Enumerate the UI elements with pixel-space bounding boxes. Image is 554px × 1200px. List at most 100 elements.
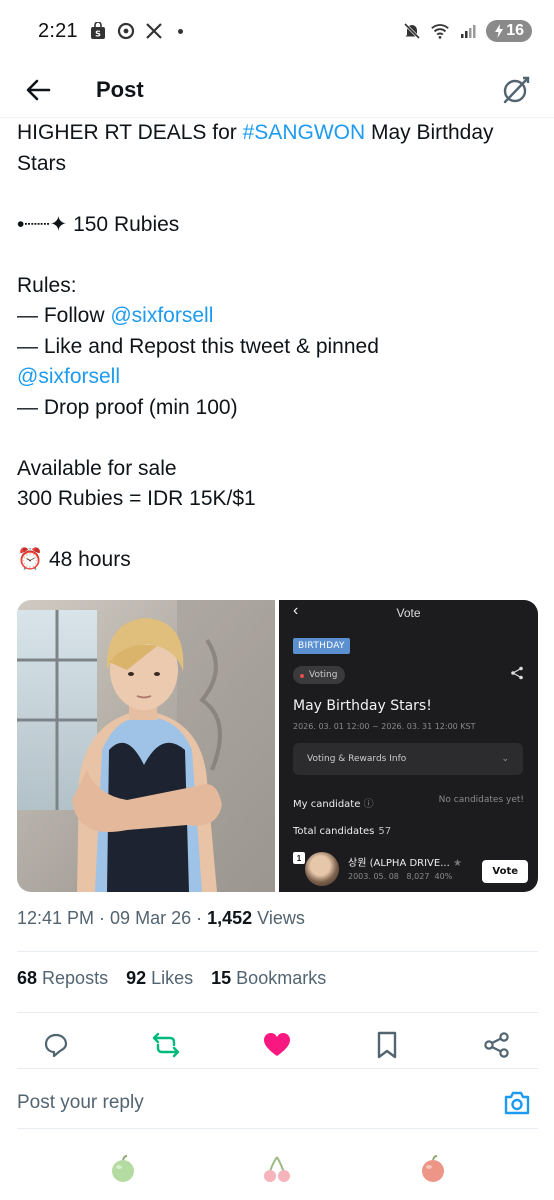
post-text: HIGHER RT DEALS for #SANGWON May Birthda… xyxy=(17,118,542,576)
app-candidate-row: 1 상원 (ALPHA DRIVE... ★ 2003. 05. 08 8,02… xyxy=(293,850,528,892)
mention-link-2[interactable]: @sixforsell xyxy=(17,365,120,388)
post-date: 09 Mar 26 xyxy=(110,908,192,928)
divider xyxy=(17,1068,538,1069)
cherries-icon[interactable] xyxy=(260,1152,294,1186)
x-logo-icon xyxy=(144,21,164,41)
location-target-icon xyxy=(116,21,136,41)
rubies-line: •┈┈✦ 150 Rubies xyxy=(17,210,542,241)
views-label: Views xyxy=(257,908,305,928)
status-right-icons: 16 xyxy=(402,20,532,42)
green-apple-icon[interactable] xyxy=(106,1152,140,1186)
bottom-dock xyxy=(0,1140,554,1200)
share-icon xyxy=(484,1032,509,1058)
sparkle-bullet: •┈┈✦ xyxy=(17,212,68,236)
reply-input[interactable] xyxy=(17,1092,417,1114)
app-event-title: May Birthday Stars! xyxy=(293,698,432,714)
app-candidate-percent: 40% xyxy=(434,872,453,881)
media-screenshot[interactable]: ‹ Vote BIRTHDAY Voting May Birthday Star… xyxy=(279,600,538,892)
divider xyxy=(17,951,538,952)
status-left-icons: S xyxy=(88,21,183,41)
page-title: Post xyxy=(96,76,144,102)
post-time: 12:41 PM xyxy=(17,908,95,928)
share-button[interactable] xyxy=(477,1025,517,1065)
repost-icon xyxy=(152,1032,180,1058)
like-button[interactable] xyxy=(257,1025,297,1065)
reply-bar xyxy=(0,1078,554,1128)
app-rank-badge: 1 xyxy=(293,852,305,864)
divider xyxy=(17,1128,538,1129)
app-rewards-info-label: Voting & Rewards Info xyxy=(307,754,407,764)
back-button[interactable] xyxy=(18,70,58,110)
rules-title: Rules: xyxy=(17,273,77,297)
shop-icon: S xyxy=(88,21,108,41)
post-media: ‹ Vote BIRTHDAY Voting May Birthday Star… xyxy=(17,600,538,892)
mute-icon xyxy=(402,21,422,41)
app-my-candidate-label: My candidate xyxy=(293,799,361,810)
reposts-label: Reposts xyxy=(42,968,109,988)
sale-title: Available for sale xyxy=(17,456,177,480)
grok-button[interactable] xyxy=(496,70,536,110)
mention-link[interactable]: @sixforsell xyxy=(110,304,213,327)
reply-icon xyxy=(44,1033,68,1058)
reposts-count: 68 xyxy=(17,968,38,988)
camera-button[interactable] xyxy=(497,1083,537,1123)
divider xyxy=(17,1012,538,1013)
notification-dot-icon xyxy=(177,28,183,34)
app-candidate-name: 상원 (ALPHA DRIVE... ★ xyxy=(348,854,462,869)
headline-text: HIGHER RT DEALS for xyxy=(17,121,243,144)
app-candidate-name-text: 상원 (ALPHA DRIVE... xyxy=(348,858,450,869)
app-voting-pill: Voting xyxy=(293,666,346,684)
rule-like-repost: — Like and Repost this tweet & pinned xyxy=(17,334,379,358)
repost-button[interactable] xyxy=(146,1025,186,1065)
rubies-amount: 150 Rubies xyxy=(67,212,180,236)
camera-icon xyxy=(504,1091,530,1115)
signal-icon xyxy=(458,21,478,41)
status-time: 2:21 xyxy=(38,19,78,42)
bookmark-button[interactable] xyxy=(367,1025,407,1065)
chevron-left-icon: ‹ xyxy=(293,602,299,619)
arrow-left-icon xyxy=(26,79,51,100)
likes-label: Likes xyxy=(151,968,194,988)
red-apple-icon[interactable] xyxy=(416,1152,450,1186)
app-candidate-votes: 8,027 xyxy=(406,872,430,881)
rule-drop-proof: — Drop proof (min 100) xyxy=(17,395,238,419)
wifi-icon xyxy=(430,21,450,41)
star-icon: ★ xyxy=(452,858,462,869)
rule-follow: — Follow @sixforsell xyxy=(17,301,542,332)
alarm-clock-icon: ⏰ xyxy=(17,548,44,571)
reply-button[interactable] xyxy=(36,1025,76,1065)
media-photo[interactable] xyxy=(17,600,275,892)
bookmarks-stat[interactable]: 15 Bookmarks xyxy=(211,968,326,989)
bookmarks-count: 15 xyxy=(211,968,232,988)
post-stats: 68 Reposts 92 Likes 15 Bookmarks xyxy=(17,968,326,989)
app-candidate-stats: 2003. 05. 08 8,027 40% xyxy=(348,872,452,881)
svg-text:S: S xyxy=(95,30,101,39)
charging-bolt-icon xyxy=(495,24,504,38)
chevron-down-icon: ⌄ xyxy=(501,754,509,764)
app-topbar: ‹ Vote xyxy=(279,600,538,626)
timer-line: ⏰ 48 hours xyxy=(17,545,542,576)
action-bar xyxy=(0,1020,554,1070)
app-rewards-info: Voting & Rewards Info ⌄ xyxy=(293,743,523,775)
post-header: Post xyxy=(0,62,554,118)
likes-count: 92 xyxy=(126,968,147,988)
info-circle-icon: ⓘ xyxy=(363,799,374,810)
grok-icon xyxy=(503,76,530,103)
share-icon xyxy=(510,666,524,685)
app-total-candidates: Total candidates 57 xyxy=(293,826,391,837)
hashtag-link[interactable]: #SANGWON xyxy=(243,121,366,144)
app-candidate-birth: 2003. 05. 08 xyxy=(348,872,399,881)
bookmarks-label: Bookmarks xyxy=(236,968,327,988)
app-total-label: Total candidates xyxy=(293,826,375,837)
status-bar: 2:21 S 16 xyxy=(0,0,554,62)
avatar xyxy=(305,852,339,886)
app-total-count: 57 xyxy=(378,826,392,837)
app-vote-button: Vote xyxy=(482,860,528,883)
app-my-candidate: My candidate ⓘ xyxy=(293,795,374,810)
post-headline: HIGHER RT DEALS for #SANGWON May Birthda… xyxy=(17,118,542,179)
portrait-photo-image xyxy=(17,600,275,892)
post-meta: 12:41 PM · 09 Mar 26 · 1,452 Views xyxy=(17,908,305,928)
likes-stat[interactable]: 92 Likes xyxy=(126,968,193,989)
reposts-stat[interactable]: 68 Reposts xyxy=(17,968,108,989)
bookmark-icon xyxy=(377,1031,397,1059)
